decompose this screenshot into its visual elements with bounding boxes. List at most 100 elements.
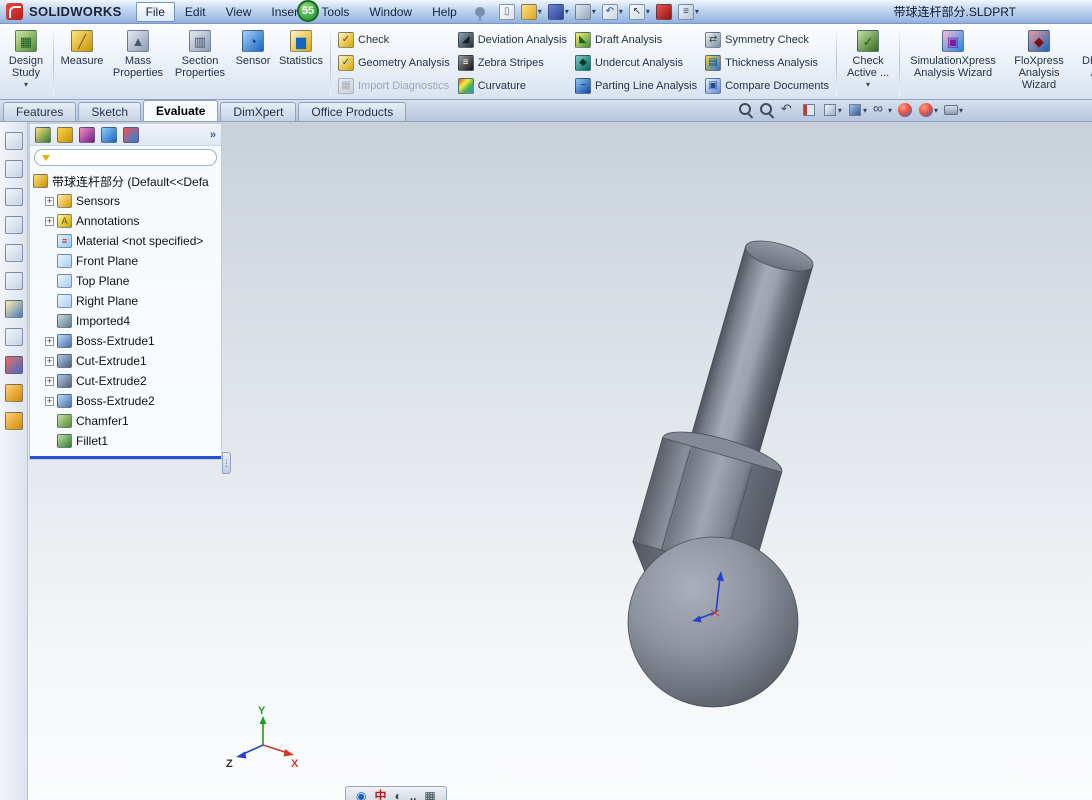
tree-item-sensors[interactable]: + Sensors: [33, 191, 221, 211]
dimension-tool-button[interactable]: [4, 328, 23, 346]
tab-sketch[interactable]: Sketch: [78, 102, 142, 121]
book-button[interactable]: [4, 188, 23, 206]
dropdown-arrow-icon[interactable]: ▾: [619, 7, 623, 16]
menu-edit[interactable]: Edit: [175, 2, 216, 22]
fullwidth-halfwidth-button[interactable]: ◐: [395, 790, 402, 800]
expand-icon[interactable]: +: [45, 336, 54, 346]
display-style-button[interactable]: ▾: [846, 102, 868, 118]
menu-file[interactable]: File: [135, 1, 175, 22]
floxpress-analysis-wizard-button[interactable]: ◆ FloXpress Analysis Wizard: [1003, 26, 1075, 99]
view-settings-button[interactable]: ▾: [942, 102, 964, 118]
view-orientation-button[interactable]: ▾: [821, 102, 843, 118]
simulationxpress-analysis-wizard-button[interactable]: ▣ SimulationXpress Analysis Wizard: [903, 26, 1003, 99]
scene-tool-button[interactable]: [4, 412, 23, 430]
dropdown-arrow-icon[interactable]: ▾: [565, 7, 569, 16]
dropdown-arrow-icon[interactable]: ▾: [888, 106, 892, 115]
zebra-stripes-button[interactable]: ≡ Zebra Stripes: [457, 54, 567, 71]
dropdown-arrow-icon[interactable]: ▾: [866, 79, 870, 91]
deviation-analysis-button[interactable]: ◢ Deviation Analysis: [457, 31, 567, 48]
expand-icon[interactable]: +: [45, 396, 54, 406]
tree-item-top-plane[interactable]: Top Plane: [33, 271, 221, 291]
tab-evaluate[interactable]: Evaluate: [143, 100, 219, 121]
expand-icon[interactable]: +: [45, 216, 54, 226]
curvature-button[interactable]: Curvature: [457, 77, 567, 94]
expand-icon[interactable]: +: [45, 196, 54, 206]
save-button[interactable]: ▾: [546, 3, 571, 21]
measure-button[interactable]: ╱ Measure: [57, 26, 107, 99]
tree-item-boss-extrude2[interactable]: + Boss-Extrude2: [33, 391, 221, 411]
statistics-button[interactable]: ▆ Statistics: [275, 26, 327, 99]
open-folder-button[interactable]: ▾: [519, 3, 544, 21]
previous-view-button[interactable]: [779, 101, 797, 118]
rebuild-button[interactable]: [654, 3, 674, 21]
zoom-to-area-button[interactable]: [758, 102, 776, 118]
mass-properties-button[interactable]: ▲ Mass Properties: [107, 26, 169, 99]
undo-button[interactable]: ↶ ▾: [600, 3, 625, 21]
filter-input[interactable]: [55, 151, 209, 164]
dropdown-arrow-icon[interactable]: ▾: [934, 106, 938, 115]
clipboard-button[interactable]: [4, 216, 23, 234]
dimxpertmanager-tab-button[interactable]: [99, 126, 119, 144]
dropdown-arrow-icon[interactable]: ▾: [592, 7, 596, 16]
dfmxpress-analysis-wizard-button[interactable]: ▣DFMXpress Analysis Wizard: [1075, 26, 1092, 99]
tree-item-cut-extrude1[interactable]: + Cut-Extrude1: [33, 351, 221, 371]
select-arrow-button[interactable]: ↖ ▾: [627, 3, 652, 21]
tab-dimxpert[interactable]: DimXpert: [220, 102, 297, 121]
tree-item-imported4[interactable]: Imported4: [33, 311, 221, 331]
input-method-logo-button[interactable]: ◉: [356, 790, 366, 800]
new-document-button[interactable]: ▯: [497, 3, 517, 21]
edit-appearance-button[interactable]: [896, 102, 914, 118]
tree-item-front-plane[interactable]: Front Plane: [33, 251, 221, 271]
displaymanager-tab-button[interactable]: [121, 126, 141, 144]
sketch-pencil-button[interactable]: [4, 300, 23, 318]
tree-item-chamfer1[interactable]: Chamfer1: [33, 411, 221, 431]
dropdown-arrow-icon[interactable]: ▾: [695, 7, 699, 16]
document-stack-button[interactable]: [4, 132, 23, 150]
appearance-ball-button[interactable]: [4, 356, 23, 374]
part-box-button[interactable]: [4, 160, 23, 178]
check-button[interactable]: ✓ Check: [338, 31, 450, 48]
geometry-analysis-button[interactable]: ✓ Geometry Analysis: [338, 54, 450, 71]
thickness-analysis-button[interactable]: ▤ Thickness Analysis: [705, 54, 829, 71]
options-button[interactable]: ≡ ▾: [676, 3, 701, 21]
print-button[interactable]: ▾: [573, 3, 598, 21]
part-model[interactable]: [624, 227, 842, 708]
expand-icon[interactable]: +: [45, 376, 54, 386]
draft-analysis-button[interactable]: ◣ Draft Analysis: [574, 31, 697, 48]
panel-splitter-handle[interactable]: [222, 452, 231, 474]
rollback-bar[interactable]: [30, 456, 221, 459]
tree-item-boss-extrude1[interactable]: + Boss-Extrude1: [33, 331, 221, 351]
punctuation-button[interactable]: ,.: [410, 790, 417, 800]
hide-show-items-button[interactable]: ▾: [871, 100, 893, 118]
menu-window[interactable]: Window: [359, 2, 422, 22]
tree-item-right-plane[interactable]: Right Plane: [33, 291, 221, 311]
cube-tool-button[interactable]: [4, 244, 23, 262]
propertymanager-tab-button[interactable]: [55, 126, 75, 144]
decal-tool-button[interactable]: [4, 384, 23, 402]
symmetry-check-button[interactable]: ⇄ Symmetry Check: [705, 31, 829, 48]
compare-documents-button[interactable]: ▣ Compare Documents: [705, 77, 829, 94]
soft-keyboard-button[interactable]: ▦: [424, 790, 435, 800]
expand-icon[interactable]: +: [45, 356, 54, 366]
dropdown-arrow-icon[interactable]: ▾: [838, 106, 842, 115]
configurationmanager-tab-button[interactable]: [77, 126, 97, 144]
zoom-to-fit-button[interactable]: [737, 102, 755, 118]
tab-office-products[interactable]: Office Products: [298, 102, 407, 121]
dropdown-arrow-icon[interactable]: ▾: [24, 79, 28, 91]
tree-item-material-not-specified[interactable]: ≡ Material <not specified>: [33, 231, 221, 251]
undercut-analysis-button[interactable]: ◆ Undercut Analysis: [574, 54, 697, 71]
section-view-button[interactable]: [800, 102, 818, 118]
ball-sphere[interactable]: [627, 536, 799, 708]
check-active-button[interactable]: ✓ Check Active ... ▾: [840, 26, 896, 99]
dropdown-arrow-icon[interactable]: ▾: [959, 106, 963, 115]
dropdown-arrow-icon[interactable]: ▾: [538, 7, 542, 16]
apply-scene-button[interactable]: ▾: [917, 102, 939, 118]
outline-tool-button[interactable]: [4, 272, 23, 290]
tree-item-root-part[interactable]: 带球连杆部分 (Default<<Defa: [33, 171, 221, 191]
tab-features[interactable]: Features: [3, 102, 77, 121]
tree-item-cut-extrude2[interactable]: + Cut-Extrude2: [33, 371, 221, 391]
dropdown-arrow-icon[interactable]: ▾: [646, 7, 650, 16]
parting-line-analysis-button[interactable]: ~ Parting Line Analysis: [574, 77, 697, 94]
dropdown-arrow-icon[interactable]: ▾: [863, 106, 867, 115]
chinese-english-toggle-button[interactable]: 中: [374, 790, 386, 800]
